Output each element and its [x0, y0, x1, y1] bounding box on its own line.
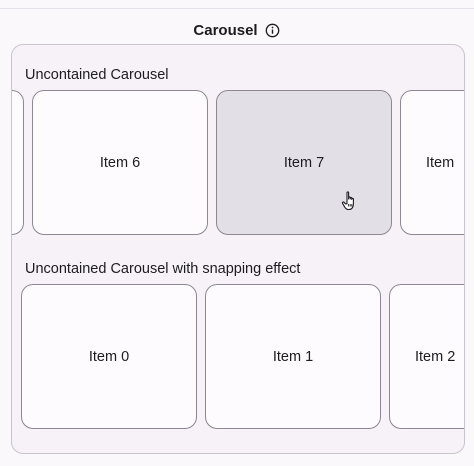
uncontained-carousel-title: Uncontained Carousel: [25, 67, 169, 83]
carousel-item-label: Item 0: [88, 348, 130, 365]
carousel-item-label: Item 6: [99, 154, 141, 171]
carousel-item-label: Item 2: [415, 348, 456, 365]
carousel-item-label: Item: [426, 154, 455, 171]
snapping-carousel-title: Uncontained Carousel with snapping effec…: [25, 261, 301, 277]
snapping-carousel[interactable]: Item 0 Item 1 Item 2: [12, 284, 464, 429]
carousel-item-label: Item 7: [283, 154, 325, 171]
page-header: Carousel: [0, 18, 474, 42]
carousel-item-label: Item 1: [272, 348, 314, 365]
carousel-item-6[interactable]: Item 6: [32, 90, 208, 235]
top-divider: [0, 8, 474, 9]
carousel-item-partial-right[interactable]: Item: [400, 90, 464, 235]
snapping-item-0[interactable]: Item 0: [21, 284, 197, 429]
page-title: Carousel: [193, 21, 258, 39]
uncontained-carousel[interactable]: Item 6 Item 7 Item: [12, 90, 464, 235]
snapping-item-2-partial[interactable]: Item 2: [389, 284, 464, 429]
carousel-panel: Uncontained Carousel Item 6 Item 7 Item …: [11, 44, 465, 454]
carousel-item-partial-left[interactable]: [12, 90, 24, 235]
info-icon[interactable]: [265, 22, 281, 38]
app-window: Carousel Uncontained Carousel Item 6 Ite…: [0, 0, 474, 466]
carousel-item-7[interactable]: Item 7: [216, 90, 392, 235]
snapping-item-1[interactable]: Item 1: [205, 284, 381, 429]
